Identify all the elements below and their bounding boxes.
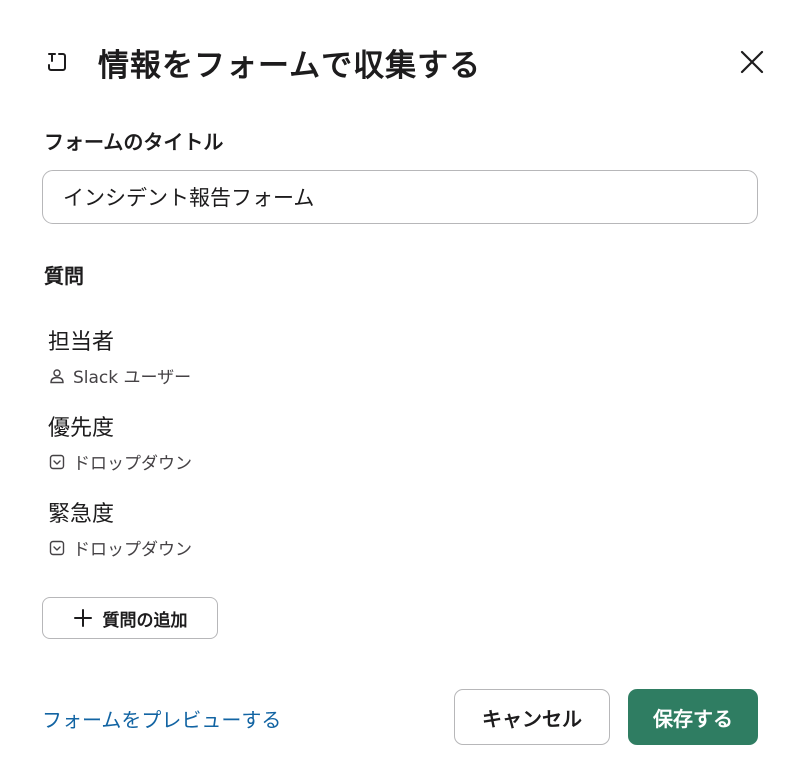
form-title-label: フォームのタイトル [44, 130, 224, 154]
question-title: 優先度 [48, 416, 115, 441]
question-type-label: ドロップダウン [73, 540, 192, 560]
preview-form-link[interactable]: フォームをプレビューする [42, 704, 281, 733]
question-type: ドロップダウン [48, 535, 192, 560]
question-type-label: Slack ユーザー [73, 368, 192, 388]
add-question-label: 質問の追加 [102, 610, 188, 631]
form-title-input[interactable]: インシデント報告フォーム [42, 170, 758, 224]
form-title-value: インシデント報告フォーム [63, 186, 315, 210]
questions-label: 質問 [44, 264, 84, 288]
save-button[interactable]: 保存する [628, 689, 758, 745]
dropdown-icon [48, 453, 66, 471]
add-question-button[interactable]: 質問の追加 [42, 597, 218, 639]
question-item[interactable]: 緊急度 ドロップダウン [48, 501, 192, 560]
close-button[interactable] [732, 42, 772, 82]
save-button-label: 保存する [653, 706, 733, 731]
form-icon [44, 49, 70, 75]
question-title: 緊急度 [48, 502, 115, 527]
question-type: Slack ユーザー [48, 363, 191, 388]
collect-info-modal: 情報をフォームで収集する フォームのタイトル インシデント報告フォーム 質問 担… [0, 0, 800, 781]
question-item[interactable]: 担当者 Slack ユーザー [48, 329, 191, 388]
cancel-button[interactable]: キャンセル [454, 689, 610, 745]
dropdown-icon [48, 539, 66, 557]
close-icon [740, 50, 764, 74]
plus-icon [73, 609, 92, 627]
user-icon [48, 367, 66, 385]
question-type-label: ドロップダウン [73, 454, 192, 474]
question-type: ドロップダウン [48, 449, 192, 474]
question-title: 担当者 [48, 330, 115, 355]
cancel-button-label: キャンセル [482, 706, 582, 731]
modal-header: 情報をフォームで収集する [44, 38, 764, 86]
question-item[interactable]: 優先度 ドロップダウン [48, 415, 192, 474]
modal-title: 情報をフォームで収集する [98, 47, 482, 84]
